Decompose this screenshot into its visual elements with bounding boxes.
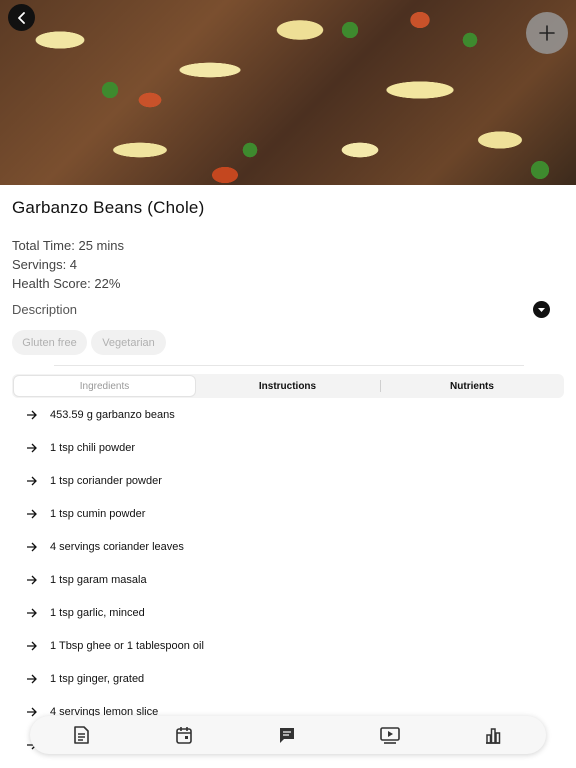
nav-video-button[interactable] <box>379 724 401 746</box>
ingredient-text: 4 servings coriander leaves <box>50 541 184 553</box>
total-time: Total Time: 25 mins <box>12 238 124 253</box>
ingredient-text: 1 tsp garlic, minced <box>50 607 145 619</box>
health-score: Health Score: 22% <box>12 276 121 291</box>
chat-icon <box>280 728 294 743</box>
ingredient-text: 453.59 g garbanzo beans <box>50 409 175 421</box>
tag-chip: Gluten free <box>12 330 87 355</box>
arrow-right-icon <box>27 608 37 618</box>
arrow-right-icon <box>27 542 37 552</box>
ingredient-text: 1 tsp coriander powder <box>50 475 162 487</box>
arrow-right-icon <box>27 641 37 651</box>
description-label[interactable]: Description <box>12 302 77 317</box>
arrow-right-icon <box>27 410 37 420</box>
description-toggle-button[interactable] <box>533 301 550 318</box>
nav-chat-button[interactable] <box>276 724 298 746</box>
tab-nutrients[interactable]: Nutrients <box>382 376 562 396</box>
list-item: 1 tsp coriander powder <box>0 470 576 492</box>
servings: Servings: 4 <box>12 257 78 272</box>
tab-instructions[interactable]: Instructions <box>197 376 378 396</box>
arrow-right-icon <box>27 707 37 717</box>
nav-recipe-button[interactable] <box>70 724 92 746</box>
recipe-hero-image <box>0 0 576 185</box>
plus-icon <box>539 25 555 41</box>
list-item: 1 Tbsp ghee or 1 tablespoon oil <box>0 635 576 657</box>
nav-stats-button[interactable] <box>482 724 504 746</box>
list-item: 1 tsp garlic, minced <box>0 602 576 624</box>
chart-icon <box>486 728 501 744</box>
document-icon <box>74 726 89 744</box>
ingredient-text: 1 tsp cumin powder <box>50 508 146 520</box>
tag-chip: Vegetarian <box>91 330 166 355</box>
bottom-navigation-bar <box>30 716 546 754</box>
chevron-left-icon <box>17 11 25 24</box>
arrow-right-icon <box>27 443 37 453</box>
recipe-title: Garbanzo Beans (Chole) <box>12 198 205 217</box>
list-item: 1 tsp cumin powder <box>0 503 576 525</box>
ingredient-text: 1 tsp chili powder <box>50 442 135 454</box>
tab-ingredients[interactable]: Ingredients <box>14 376 195 396</box>
back-button[interactable] <box>8 4 35 31</box>
ingredient-text: 1 Tbsp ghee or 1 tablespoon oil <box>50 640 204 652</box>
list-item: 1 tsp garam masala <box>0 569 576 591</box>
add-button[interactable] <box>526 12 568 54</box>
nav-calendar-button[interactable] <box>173 724 195 746</box>
arrow-right-icon <box>27 575 37 585</box>
list-item: 1 tsp ginger, grated <box>0 668 576 690</box>
recipe-tabs: Ingredients Instructions Nutrients <box>12 374 564 398</box>
list-item: 453.59 g garbanzo beans <box>0 404 576 426</box>
arrow-right-icon <box>27 509 37 519</box>
list-item: 4 servings coriander leaves <box>0 536 576 558</box>
calendar-icon <box>176 727 192 744</box>
arrow-right-icon <box>27 674 37 684</box>
list-item: 1 tsp chili powder <box>0 437 576 459</box>
chevron-down-icon <box>538 308 545 312</box>
ingredient-text: 1 tsp ginger, grated <box>50 673 145 685</box>
divider <box>54 365 524 366</box>
ingredient-text: 1 tsp garam masala <box>50 574 147 586</box>
tab-separator <box>380 380 381 392</box>
arrow-right-icon <box>27 476 37 486</box>
video-icon <box>380 727 400 744</box>
